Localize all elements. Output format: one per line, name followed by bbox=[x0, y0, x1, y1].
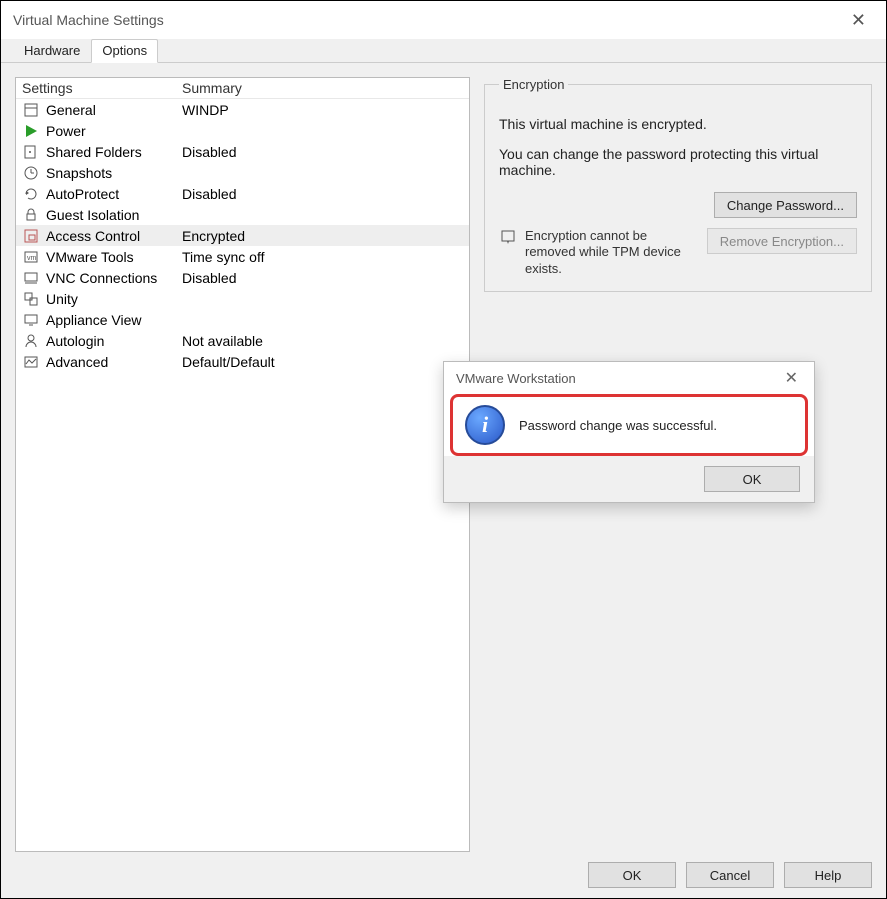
advanced-icon bbox=[22, 353, 40, 371]
row-label: Shared Folders bbox=[46, 144, 142, 160]
row-label: Advanced bbox=[46, 354, 108, 370]
tab-hardware[interactable]: Hardware bbox=[13, 39, 91, 62]
help-button[interactable]: Help bbox=[784, 862, 872, 888]
dialog-footer: OK bbox=[444, 456, 814, 502]
clock-icon bbox=[22, 164, 40, 182]
list-body: General WINDP Power Shared Folders bbox=[16, 99, 469, 851]
row-summary: Time sync off bbox=[182, 249, 463, 265]
row-power[interactable]: Power bbox=[16, 120, 469, 141]
close-icon[interactable]: ✕ bbox=[839, 6, 878, 35]
row-snapshots[interactable]: Snapshots bbox=[16, 162, 469, 183]
message-dialog: VMware Workstation ✕ i Password change w… bbox=[443, 361, 815, 503]
dialog-message: Password change was successful. bbox=[519, 418, 717, 433]
row-label: Power bbox=[46, 123, 86, 139]
row-label: Unity bbox=[46, 291, 78, 307]
row-label: Appliance View bbox=[46, 312, 141, 328]
vm-icon: vm bbox=[22, 248, 40, 266]
tab-bar: Hardware Options bbox=[1, 39, 886, 63]
svg-text:vm: vm bbox=[27, 255, 37, 262]
dialog-title: VMware Workstation bbox=[456, 371, 576, 386]
encryption-note: Encryption cannot be removed while TPM d… bbox=[525, 228, 699, 277]
row-appliance-view[interactable]: Appliance View bbox=[16, 309, 469, 330]
dialog-ok-button[interactable]: OK bbox=[704, 466, 800, 492]
dialog-titlebar: VMware Workstation ✕ bbox=[444, 362, 814, 394]
row-summary: Disabled bbox=[182, 186, 463, 202]
dialog-highlight: i Password change was successful. bbox=[450, 394, 808, 456]
row-guest-isolation[interactable]: Guest Isolation bbox=[16, 204, 469, 225]
ok-button[interactable]: OK bbox=[588, 862, 676, 888]
row-advanced[interactable]: Advanced Default/Default bbox=[16, 351, 469, 372]
header-settings: Settings bbox=[22, 80, 182, 96]
row-vnc[interactable]: VNC Connections Disabled bbox=[16, 267, 469, 288]
row-summary: Disabled bbox=[182, 144, 463, 160]
row-vmware-tools[interactable]: vm VMware Tools Time sync off bbox=[16, 246, 469, 267]
appliance-icon bbox=[22, 311, 40, 329]
info-icon: i bbox=[465, 405, 505, 445]
encryption-group: Encryption This virtual machine is encry… bbox=[484, 77, 872, 292]
play-icon bbox=[22, 122, 40, 140]
unity-icon bbox=[22, 290, 40, 308]
row-general[interactable]: General WINDP bbox=[16, 99, 469, 120]
window-title: Virtual Machine Settings bbox=[13, 12, 164, 28]
remove-encryption-button: Remove Encryption... bbox=[707, 228, 857, 254]
row-summary: Disabled bbox=[182, 270, 463, 286]
row-summary: Default/Default bbox=[182, 354, 463, 370]
row-label: Guest Isolation bbox=[46, 207, 139, 223]
cancel-button[interactable]: Cancel bbox=[686, 862, 774, 888]
row-label: Access Control bbox=[46, 228, 140, 244]
row-summary: Not available bbox=[182, 333, 463, 349]
row-label: VNC Connections bbox=[46, 270, 157, 286]
header-summary: Summary bbox=[182, 80, 463, 96]
encryption-legend: Encryption bbox=[499, 77, 568, 92]
info-square-icon bbox=[499, 228, 517, 246]
dialog-close-icon[interactable]: ✕ bbox=[775, 366, 808, 390]
change-password-button[interactable]: Change Password... bbox=[714, 192, 857, 218]
settings-list: Settings Summary General WINDP Power bbox=[15, 77, 470, 852]
user-icon bbox=[22, 332, 40, 350]
row-autologin[interactable]: Autologin Not available bbox=[16, 330, 469, 351]
titlebar: Virtual Machine Settings ✕ bbox=[1, 1, 886, 39]
footer: OK Cancel Help bbox=[1, 852, 886, 898]
general-icon bbox=[22, 101, 40, 119]
row-label: Autologin bbox=[46, 333, 104, 349]
vm-settings-window: Virtual Machine Settings ✕ Hardware Opti… bbox=[0, 0, 887, 899]
row-label: General bbox=[46, 102, 96, 118]
encryption-line1: This virtual machine is encrypted. bbox=[499, 116, 857, 132]
row-shared-folders[interactable]: Shared Folders Disabled bbox=[16, 141, 469, 162]
row-autoprotect[interactable]: AutoProtect Disabled bbox=[16, 183, 469, 204]
refresh-icon bbox=[22, 185, 40, 203]
access-icon bbox=[22, 227, 40, 245]
encryption-line2: You can change the password protecting t… bbox=[499, 146, 857, 178]
vnc-icon bbox=[22, 269, 40, 287]
row-summary: WINDP bbox=[182, 102, 463, 118]
row-summary: Encrypted bbox=[182, 228, 463, 244]
row-label: VMware Tools bbox=[46, 249, 134, 265]
row-label: Snapshots bbox=[46, 165, 112, 181]
row-label: AutoProtect bbox=[46, 186, 119, 202]
list-header: Settings Summary bbox=[16, 78, 469, 99]
row-unity[interactable]: Unity bbox=[16, 288, 469, 309]
folder-icon bbox=[22, 143, 40, 161]
row-access-control[interactable]: Access Control Encrypted bbox=[16, 225, 469, 246]
tab-options[interactable]: Options bbox=[91, 39, 158, 63]
lock-icon bbox=[22, 206, 40, 224]
